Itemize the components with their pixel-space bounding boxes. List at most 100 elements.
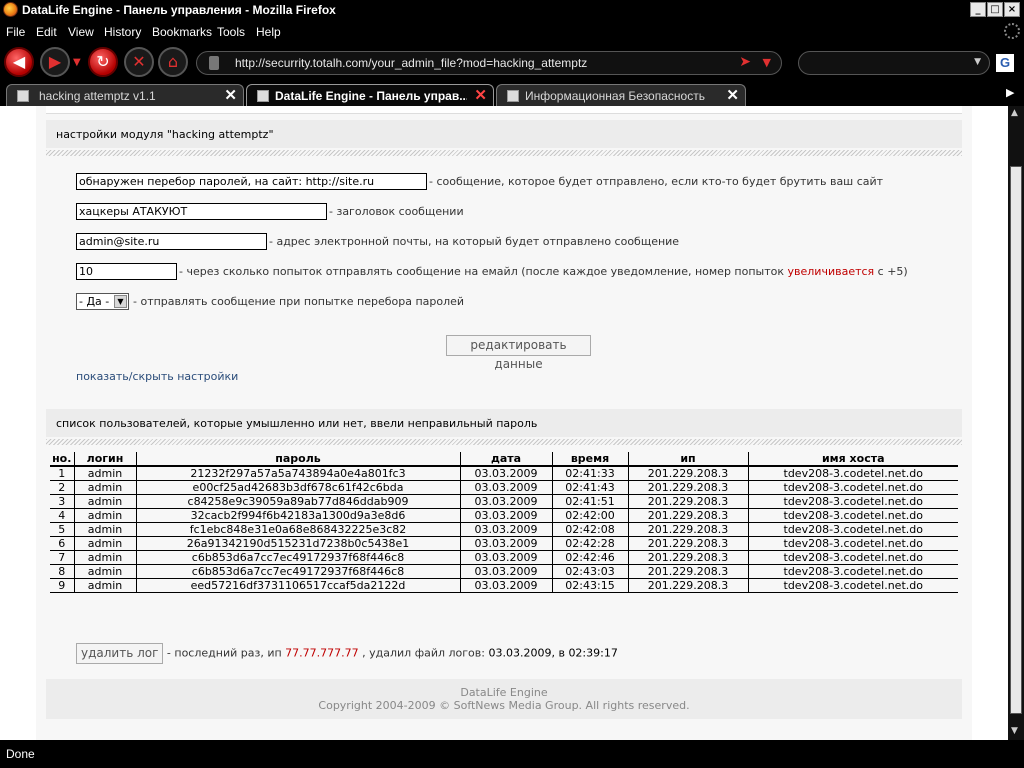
toggle-settings-link[interactable]: показать/скрыть настройки xyxy=(76,370,238,383)
forward-button[interactable]: ▶ xyxy=(40,47,70,77)
status-bar: Done xyxy=(0,740,1024,768)
send-select[interactable]: - Да - ▼ xyxy=(76,293,129,310)
cell-ip: 201.229.208.3 xyxy=(627,522,748,537)
cell-date: 03.03.2009 xyxy=(459,564,552,579)
menu-help[interactable]: Help xyxy=(256,25,281,39)
cell-password: c84258e9c39059a89ab77d846ddab909 xyxy=(135,494,460,509)
table-row: 6 admin 26a91342190d515231d7238b0c5438e1 03… xyxy=(50,536,958,551)
table-row: 7 admin c6b853d6a7cc7ec49172937f68f446c8 03… xyxy=(50,550,958,565)
cell-date: 03.03.2009 xyxy=(459,578,552,593)
col-login: логин xyxy=(73,452,136,467)
cell-date: 03.03.2009 xyxy=(459,508,552,523)
cell-time: 02:43:03 xyxy=(551,564,628,579)
menu-tools[interactable]: Tools xyxy=(217,25,245,39)
cell-ip: 201.229.208.3 xyxy=(627,578,748,593)
menu-file[interactable]: File xyxy=(6,25,25,39)
stop-button[interactable]: ✕ xyxy=(124,47,154,77)
message-description: - сообщение, которое будет отправлено, е… xyxy=(429,175,884,188)
search-dropdown-icon[interactable]: ▼ xyxy=(974,57,981,67)
table-row: 8 admin c6b853d6a7cc7ec49172937f68f446c8 03… xyxy=(50,564,958,579)
menu-history[interactable]: History xyxy=(104,25,141,39)
subject-field[interactable]: хацкеры АТАКУЮТ xyxy=(76,203,327,220)
col-date: дата xyxy=(459,452,552,467)
edit-data-button[interactable]: редактировать данные xyxy=(446,335,591,371)
chevron-down-icon[interactable]: ▼ xyxy=(114,295,127,308)
email-field[interactable]: admin@site.ru xyxy=(76,233,267,250)
cell-time: 02:42:28 xyxy=(551,536,628,551)
tab-infosec[interactable]: Информационная Безопасность ✕ xyxy=(496,84,746,106)
subject-description: - заголовок сообщении xyxy=(329,205,464,218)
menu-bookmarks[interactable]: Bookmarks xyxy=(152,25,212,39)
vertical-scrollbar[interactable]: ▲ ▼ xyxy=(1008,106,1024,740)
address-bar[interactable]: http://securrity.totalh.com/your_admin_f… xyxy=(196,51,782,75)
cell-login: admin xyxy=(73,550,136,565)
cell-password: eed57216df3731106517ccaf5da2122d xyxy=(135,578,460,593)
tab-page-icon xyxy=(507,90,519,102)
tab-bar: hacking attemptz v1.1 ✕ DataLife Engine … xyxy=(0,82,1024,106)
delete-log-row: удалить лог - последний раз, ип 77.77.77… xyxy=(76,643,618,664)
home-button[interactable]: ⌂ xyxy=(158,47,188,77)
cell-number: 1 xyxy=(50,466,74,481)
scroll-up-icon[interactable]: ▲ xyxy=(1011,108,1018,118)
scrollbar-thumb[interactable] xyxy=(1010,166,1022,714)
cell-hostname: tdev208-3.codetel.net.do xyxy=(747,494,958,509)
message-field[interactable]: обнаружен перебор паролей, на сайт: http… xyxy=(76,173,427,190)
cell-time: 02:41:43 xyxy=(551,480,628,495)
back-button[interactable]: ◀ xyxy=(4,47,34,77)
tab-page-icon xyxy=(17,90,29,102)
go-arrow-icon[interactable]: ➤ xyxy=(739,54,751,70)
search-input[interactable]: ▼ xyxy=(798,51,990,75)
delete-log-button[interactable]: удалить лог xyxy=(76,643,164,664)
url-dropdown-icon[interactable]: ▼ xyxy=(763,56,771,69)
minimize-button[interactable]: _ xyxy=(970,2,986,17)
menu-view[interactable]: View xyxy=(68,25,94,39)
cell-password: e00cf25ad42683b3df678c61f42c6bda xyxy=(135,480,460,495)
cell-ip: 201.229.208.3 xyxy=(627,536,748,551)
cell-ip: 201.229.208.3 xyxy=(627,480,748,495)
cell-date: 03.03.2009 xyxy=(459,536,552,551)
settings-title: настройки модуля "hacking attemptz" xyxy=(56,128,274,141)
last-deleted-date: 03.03.2009, в 02:39:17 xyxy=(488,646,618,660)
cell-number: 7 xyxy=(50,550,74,565)
maximize-button[interactable]: □ xyxy=(987,2,1003,17)
activity-throbber-icon xyxy=(1004,23,1020,39)
send-select-value: - Да - xyxy=(79,295,110,308)
url-text[interactable]: http://securrity.totalh.com/your_admin_f… xyxy=(235,56,587,70)
menu-edit[interactable]: Edit xyxy=(36,25,57,39)
col-hostname: имя хоста xyxy=(747,452,958,467)
attempts-desc-text: - через сколько попыток отправлять сообщ… xyxy=(179,265,788,278)
log-table: но. логин пароль дата время ип имя хоста… xyxy=(50,452,958,593)
close-tab-icon[interactable]: ✕ xyxy=(726,86,739,104)
table-row: 9 admin eed57216df3731106517ccaf5da2122d 03… xyxy=(50,578,958,593)
tab-datalife-engine[interactable]: DataLife Engine - Панель управ... ✕ xyxy=(246,84,494,106)
cell-date: 03.03.2009 xyxy=(459,466,552,481)
col-ip: ип xyxy=(627,452,748,467)
cell-login: admin xyxy=(73,480,136,495)
tab-hacking-attemptz[interactable]: hacking attemptz v1.1 ✕ xyxy=(6,84,244,106)
firefox-icon xyxy=(3,2,18,17)
page-icon xyxy=(209,56,219,70)
attempts-desc-tail: с +5) xyxy=(874,265,908,278)
settings-header: настройки модуля "hacking attemptz" xyxy=(46,120,962,148)
close-tab-icon[interactable]: ✕ xyxy=(224,86,237,104)
google-search-icon[interactable]: G xyxy=(996,54,1014,72)
attempts-field[interactable]: 10 xyxy=(76,263,177,280)
reload-button[interactable]: ↻ xyxy=(88,47,118,77)
cell-hostname: tdev208-3.codetel.net.do xyxy=(747,466,958,481)
close-tab-icon[interactable]: ✕ xyxy=(474,86,487,104)
cell-time: 02:41:33 xyxy=(551,466,628,481)
table-row: 5 admin fc1ebc848e31e0a68e868432225e3c82 03… xyxy=(50,522,958,537)
cell-time: 02:42:08 xyxy=(551,522,628,537)
send-description: - отправлять сообщение при попытке переб… xyxy=(133,295,465,308)
scroll-down-icon[interactable]: ▼ xyxy=(1011,726,1018,736)
cell-password: 32cacb2f994f6b42183a1300d9a3e8d6 xyxy=(135,508,460,523)
cell-time: 02:41:51 xyxy=(551,494,628,509)
history-dropdown-icon[interactable]: ▼ xyxy=(73,57,81,68)
tab-list-icon[interactable]: ▶ xyxy=(1006,86,1014,99)
cell-hostname: tdev208-3.codetel.net.do xyxy=(747,480,958,495)
cell-number: 9 xyxy=(50,578,74,593)
cell-login: admin xyxy=(73,508,136,523)
cell-password: c6b853d6a7cc7ec49172937f68f446c8 xyxy=(135,564,460,579)
close-window-button[interactable]: × xyxy=(1004,2,1020,17)
top-separator xyxy=(46,106,962,114)
